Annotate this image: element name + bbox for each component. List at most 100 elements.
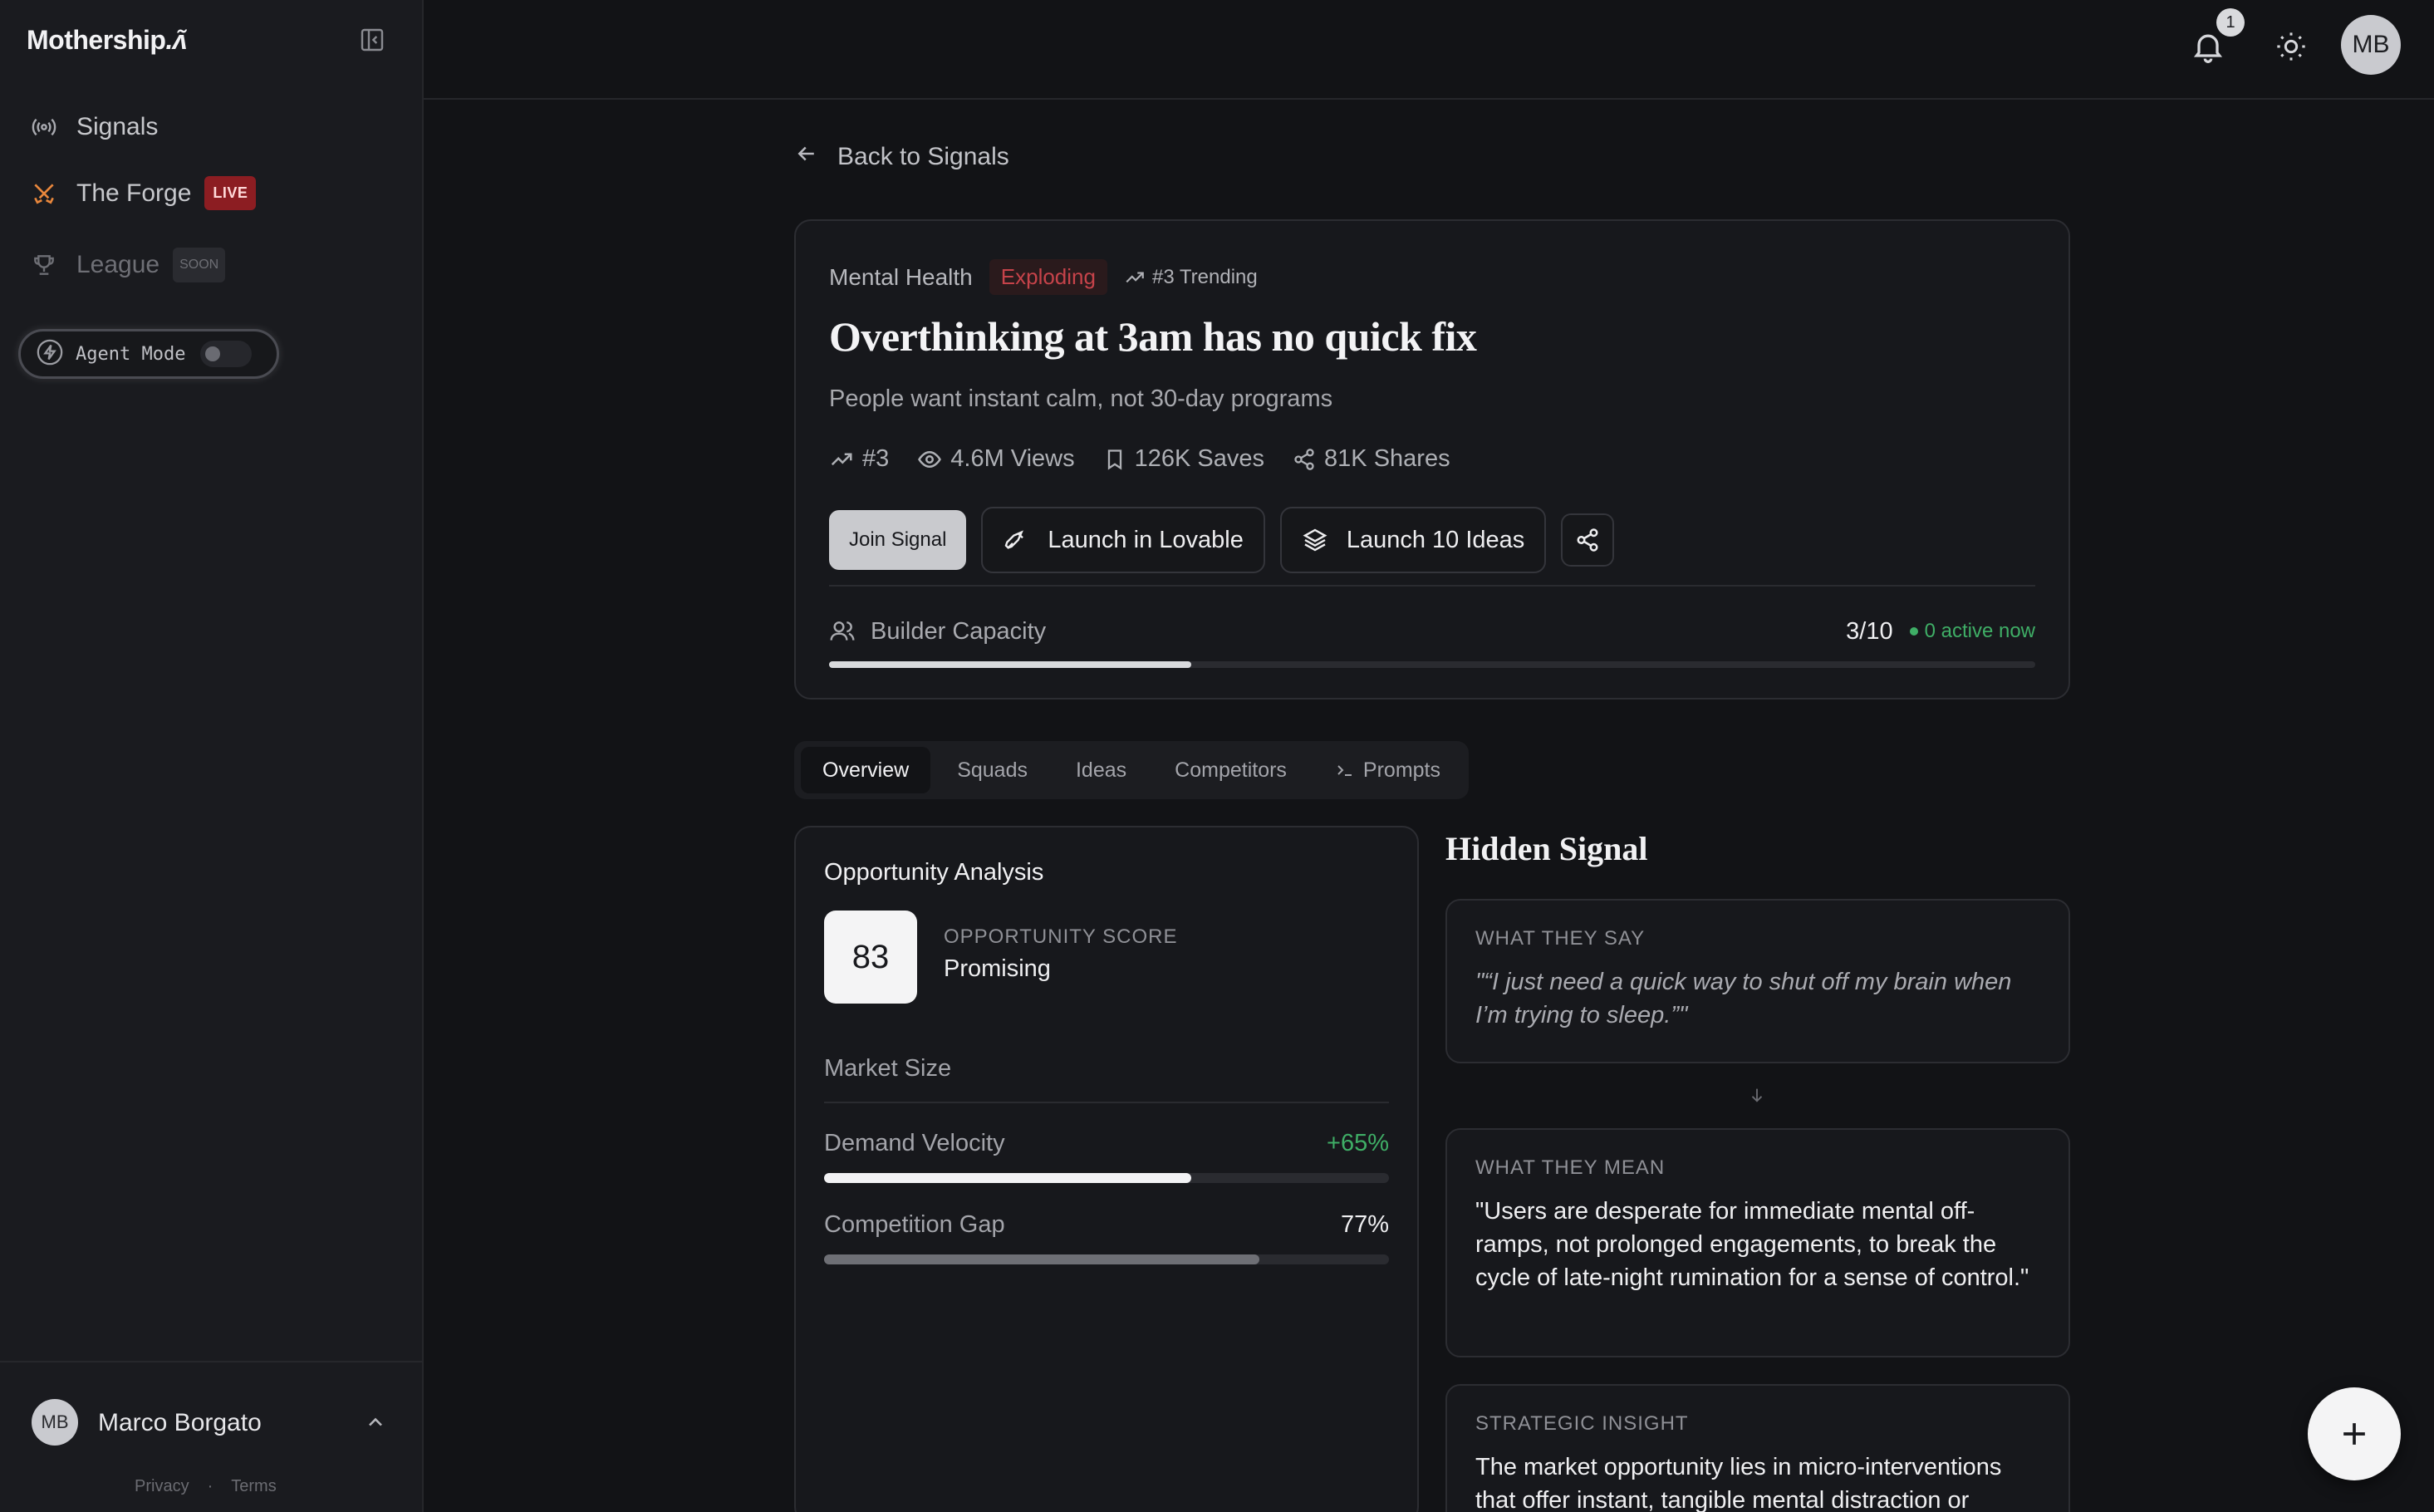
user-menu[interactable]: MB Marco Borgato Privacy · Terms [0, 1361, 424, 1512]
share-icon [1577, 528, 1598, 552]
views-stat: 4.6M Views [917, 445, 1075, 473]
rank-value: #3 [862, 445, 890, 472]
sidebar-item-signals[interactable]: Signals [30, 113, 158, 141]
app-logo[interactable]: Mothership.⁠ʌ̃ [27, 25, 188, 56]
avatar: MB [32, 1399, 78, 1446]
button-label: Launch in Lovable [1048, 526, 1244, 553]
notification-bell-icon[interactable] [2190, 28, 2226, 69]
top-bar [424, 0, 2434, 100]
footer-separator: · [207, 1477, 213, 1495]
competition-gap-fill [824, 1254, 1259, 1264]
trending-label: #3 Trending [1151, 265, 1258, 288]
builder-capacity: Builder Capacity 3/10 0 active now [829, 616, 2035, 646]
plus-icon [2343, 1423, 2365, 1445]
launch-10-ideas-button[interactable]: Launch 10 Ideas [1279, 507, 1547, 573]
soon-badge: SOON [173, 248, 226, 282]
competition-gap-bar [824, 1254, 1389, 1264]
sidebar-item-label: League [76, 251, 160, 278]
what-they-mean-text: "Users are desperate for immediate menta… [1475, 1198, 2029, 1291]
footer-links: Privacy · Terms [135, 1477, 277, 1496]
crossed-swords-icon [30, 179, 58, 208]
rank-stat: #3 [829, 445, 889, 473]
tab-overview[interactable]: Overview [801, 747, 931, 793]
sidebar-item-league: League SOON [30, 248, 226, 282]
signal-stats: #3 4.6M Views 126K Saves 81K Shares [829, 445, 1450, 473]
divider [824, 1102, 1389, 1103]
trending-badge: #3 Trending [1124, 266, 1258, 289]
demand-velocity-bar [824, 1173, 1389, 1183]
capacity-count: 3/10 [1846, 617, 1893, 645]
demand-velocity-fill [824, 1173, 1191, 1183]
notification-count-badge: 1 [2216, 8, 2245, 37]
user-name: Marco Borgato [98, 1409, 262, 1436]
demand-velocity-value: +65% [1327, 1130, 1389, 1156]
share-button[interactable] [1561, 513, 1615, 567]
strategic-insight-card: STRATEGIC INSIGHT The market opportunity… [1445, 1384, 2070, 1512]
active-now-indicator: 0 active now [1909, 620, 2035, 643]
arrow-down-icon [1748, 1083, 1766, 1111]
tab-prompts[interactable]: Prompts [1313, 747, 1462, 793]
rocket-icon [1005, 530, 1024, 549]
bookmark-icon [1107, 449, 1121, 470]
join-signal-button[interactable]: Join Signal [829, 510, 967, 570]
saves-value: 126K Saves [1134, 445, 1265, 472]
capacity-progress-fill [829, 661, 1191, 668]
lightning-icon [36, 338, 64, 371]
agent-mode-label: Agent Mode [76, 343, 186, 365]
score-verdict: Promising [944, 955, 1051, 982]
competition-gap-label: Competition Gap [824, 1211, 1005, 1238]
live-badge: LIVE [204, 176, 257, 210]
card-title: Opportunity Analysis [824, 859, 1044, 886]
what-they-say-quote: "“I just need a quick way to shut off my… [1475, 969, 2012, 1028]
strategic-insight-text: The market opportunity lies in micro-int… [1475, 1454, 2002, 1512]
hidden-signal-title: Hidden Signal [1445, 830, 1648, 867]
status-badge: Exploding [989, 259, 1107, 295]
trophy-icon [30, 251, 58, 279]
signal-category[interactable]: Mental Health [829, 264, 973, 291]
launch-in-lovable-button[interactable]: Launch in Lovable [981, 507, 1265, 573]
saves-stat: 126K Saves [1103, 445, 1264, 473]
agent-mode-toggle[interactable]: Agent Mode [18, 329, 279, 379]
demand-velocity-label: Demand Velocity [824, 1130, 1005, 1156]
arrow-left-icon [794, 141, 819, 173]
terms-link[interactable]: Terms [231, 1477, 276, 1496]
trending-up-icon [831, 453, 852, 465]
broadcast-icon [30, 113, 58, 141]
terminal-icon [1337, 765, 1352, 776]
share-icon [1294, 448, 1314, 470]
active-now-label: 0 active now [1924, 620, 2035, 642]
card-caption: WHAT THEY SAY [1475, 927, 1646, 950]
what-they-say-card: WHAT THEY SAY "“I just need a quick way … [1445, 899, 2070, 1063]
shares-value: 81K Shares [1324, 445, 1450, 472]
tab-squads[interactable]: Squads [935, 747, 1049, 793]
score-label: OPPORTUNITY SCORE [944, 925, 1178, 948]
signal-card: Mental Health Exploding #3 Trending Over… [794, 219, 2070, 700]
page-title: Overthinking at 3am has no quick fix [829, 313, 1477, 360]
theme-toggle-sun-icon[interactable] [2275, 30, 2308, 67]
capacity-progress-bar [829, 661, 2035, 668]
market-size-label: Market Size [824, 1055, 952, 1082]
eye-icon [918, 450, 942, 468]
card-caption: WHAT THEY MEAN [1475, 1156, 1666, 1179]
collapse-sidebar-icon[interactable] [359, 27, 389, 53]
competition-gap-value: 77% [1340, 1211, 1389, 1238]
sidebar-item-label: The Forge [76, 179, 192, 207]
sidebar-item-label: Signals [76, 113, 159, 140]
agent-mode-switch[interactable] [200, 341, 253, 367]
add-button[interactable] [2308, 1387, 2401, 1480]
trending-up-icon [1126, 272, 1144, 282]
opportunity-score-box: 83 [824, 911, 917, 1004]
signal-subtitle: People want instant calm, not 30-day pro… [829, 385, 1333, 412]
chevron-up-icon[interactable] [364, 1411, 387, 1438]
tab-competitors[interactable]: Competitors [1153, 747, 1308, 793]
card-caption: STRATEGIC INSIGHT [1475, 1412, 1689, 1435]
back-to-signals-link[interactable]: Back to Signals [794, 141, 1009, 173]
tab-ideas[interactable]: Ideas [1054, 747, 1148, 793]
views-value: 4.6M Views [950, 445, 1075, 472]
avatar[interactable]: MB [2341, 15, 2401, 75]
privacy-link[interactable]: Privacy [135, 1477, 189, 1496]
opportunity-analysis-card: Opportunity Analysis 83 OPPORTUNITY SCOR… [794, 826, 1419, 1512]
users-icon [830, 621, 855, 641]
tab-bar: Overview Squads Ideas Competitors Prompt… [794, 741, 1470, 799]
sidebar-item-the-forge[interactable]: The Forge LIVE [30, 176, 257, 210]
